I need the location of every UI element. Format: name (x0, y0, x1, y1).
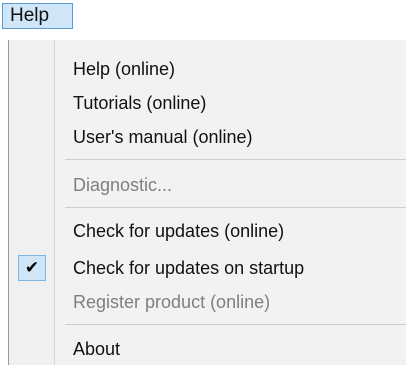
help-dropdown-menu: Help (online) Tutorials (online) User's … (8, 40, 406, 365)
check-mark-icon: ✔ (24, 258, 40, 278)
menu-separator (65, 207, 406, 208)
menu-item-label: Tutorials (online) (73, 93, 207, 113)
menu-item-label: Check for updates on startup (73, 258, 305, 278)
menu-item-label: Help (online) (73, 59, 176, 79)
menu-item-label: User's manual (online) (73, 127, 253, 147)
menu-bar: Help (0, 0, 406, 30)
menu-item-check-for-updates-online[interactable]: Check for updates (online) (9, 214, 406, 248)
menu-item-diagnostic: Diagnostic... (9, 168, 406, 202)
menu-separator (65, 159, 406, 160)
menu-item-register-product-online: Register product (online) (9, 285, 406, 319)
menu-item-about[interactable]: About (9, 332, 406, 366)
checked-state-box: ✔ (18, 255, 46, 281)
menu-item-check-for-updates-on-startup[interactable]: ✔ Check for updates on startup (9, 251, 406, 285)
menu-item-label: Check for updates (online) (73, 221, 285, 241)
help-menu-title[interactable]: Help (2, 3, 73, 29)
menu-item-label: About (73, 339, 121, 359)
menu-item-label: Diagnostic... (73, 175, 173, 195)
menu-item-help-online[interactable]: Help (online) (9, 52, 406, 86)
menu-item-users-manual-online[interactable]: User's manual (online) (9, 120, 406, 154)
menu-item-tutorials-online[interactable]: Tutorials (online) (9, 86, 406, 120)
menu-separator (65, 324, 406, 325)
menu-item-label: Register product (online) (73, 292, 271, 312)
